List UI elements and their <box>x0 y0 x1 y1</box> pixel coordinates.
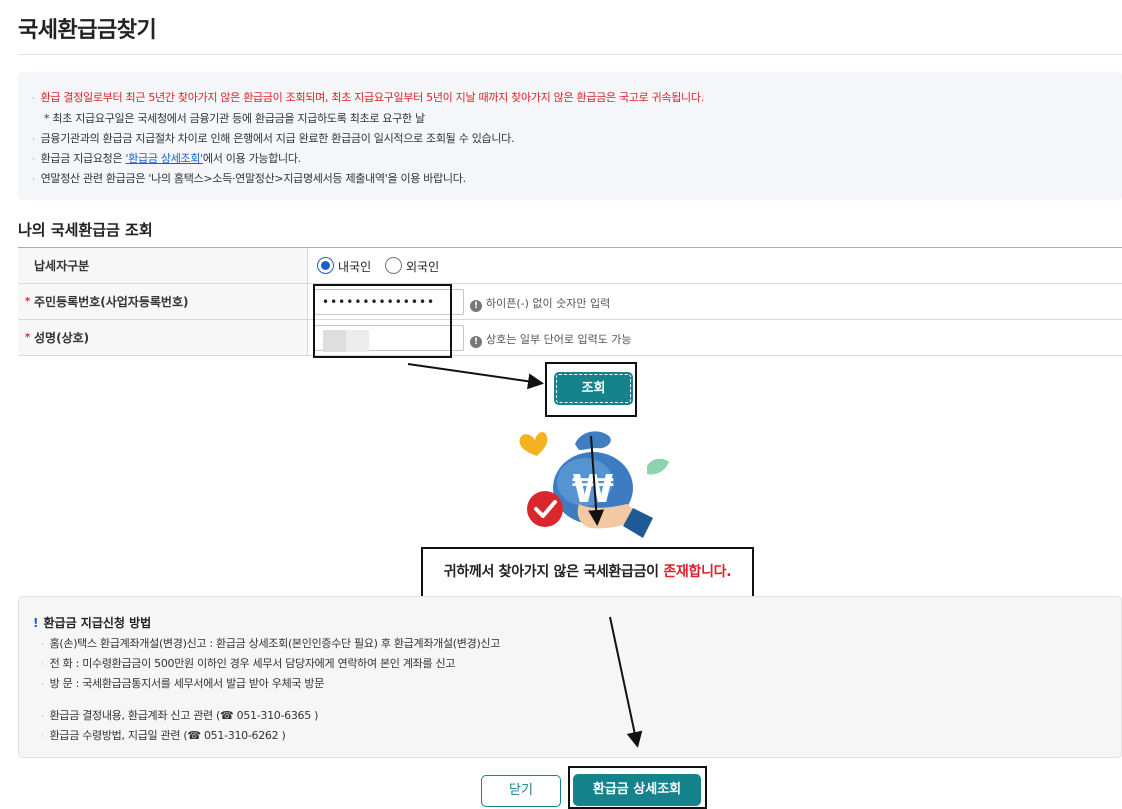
inquiry-form: 납세자구분 내국인 외국인 * 주민등록번호(사업자등록번호) •••••••••… <box>18 247 1122 357</box>
annotation-input-box <box>313 284 452 358</box>
radio-foreign[interactable] <box>385 257 402 274</box>
method-line-2: · 전 화 : 미수령환급금이 500만원 이하인 경우 세무서 담당자에게 연락… <box>41 657 456 670</box>
info-icon: ! <box>470 336 482 348</box>
radio-domestic[interactable] <box>317 257 334 274</box>
arrow-to-search <box>407 363 544 390</box>
method-line-3: · 방 문 : 국세환급금통지서를 세무서에서 발급 받아 우체국 방문 <box>41 677 325 690</box>
page-title: 국세환급금찾기 <box>18 18 157 43</box>
contact-line-1: · 환급금 결정내용, 환급계좌 신고 관련 (☎ 051-310-6365 ) <box>41 709 319 722</box>
id-hint: ! 하이픈(-) 없이 숫자만 입력 <box>470 295 610 312</box>
svg-text:₩: ₩ <box>572 467 614 511</box>
name-row: * 성명(상호) ! 상호는 일부 단어로 입력도 가능 <box>18 320 1122 356</box>
notice-line-3: · 금융기관과의 환급금 지급절차 차이로 인해 은행에서 지급 완료한 환급금이… <box>32 132 515 145</box>
detail-inquiry-button[interactable]: 환급금 상세조회 <box>573 774 701 806</box>
title-divider <box>18 54 1122 55</box>
notice-line-1: · 환급 결정일로부터 최근 5년간 찾아가지 않은 환급금이 조회되며, 최초 … <box>32 91 704 104</box>
payment-method-box: ! 환급금 지급신청 방법 · 홈(손)택스 환급계좌개설(변경)신고 : 환급금 … <box>18 596 1122 758</box>
notice-line-5: · 연말정산 관련 환급금은 '나의 홈택스>소득·연말정산>지급명세서등 제출내… <box>32 172 466 185</box>
contact-line-2: · 환급금 수령방법, 지급일 관련 (☎ 051-310-6262 ) <box>41 729 286 742</box>
money-bag-icon: ₩ <box>519 431 669 538</box>
notice-line-2: * 최초 지급요구일은 국세청에서 금융기관 등에 환급금을 지급하도록 최초로… <box>44 112 425 125</box>
result-highlight: 존재합니다. <box>663 564 732 580</box>
notice-line-4: · 환급금 지급요청은 '환급금 상세조회'에서 이용 가능합니다. <box>32 152 301 165</box>
id-row: * 주민등록번호(사업자등록번호) •••••••••••••• ! 하이픈(-) … <box>18 284 1122 320</box>
radio-foreign-label[interactable]: 외국인 <box>406 258 439 275</box>
info-icon: ! <box>470 300 482 312</box>
method-line-1: · 홈(손)택스 환급계좌개설(변경)신고 : 환급금 상세조회(본인인증수단 필… <box>41 637 501 650</box>
radio-domestic-label[interactable]: 내국인 <box>338 258 371 275</box>
id-label: 주민등록번호(사업자등록번호) <box>34 295 189 309</box>
search-button[interactable]: 조회 <box>554 372 633 405</box>
taxpayer-type-row: 납세자구분 내국인 외국인 <box>18 248 1122 284</box>
taxpayer-type-label: 납세자구분 <box>18 248 308 283</box>
name-hint: ! 상호는 일부 단어로 입력도 가능 <box>470 331 632 348</box>
section-title: 나의 국세환급금 조회 <box>18 221 153 239</box>
alert-icon: ! <box>33 616 39 630</box>
notice-box: · 환급 결정일로부터 최근 5년간 찾아가지 않은 환급금이 조회되며, 최초 … <box>18 72 1122 200</box>
name-label: 성명(상호) <box>34 331 90 345</box>
result-message: 귀하께서 찾아가지 않은 국세환급금이 존재합니다. <box>421 547 754 598</box>
close-button[interactable]: 닫기 <box>481 775 561 807</box>
payment-method-title: ! 환급금 지급신청 방법 <box>33 616 152 630</box>
required-mark: * <box>25 332 31 343</box>
required-mark: * <box>25 296 31 307</box>
detail-inquiry-link[interactable]: '환급금 상세조회' <box>126 152 204 165</box>
heart-icon <box>519 431 548 456</box>
